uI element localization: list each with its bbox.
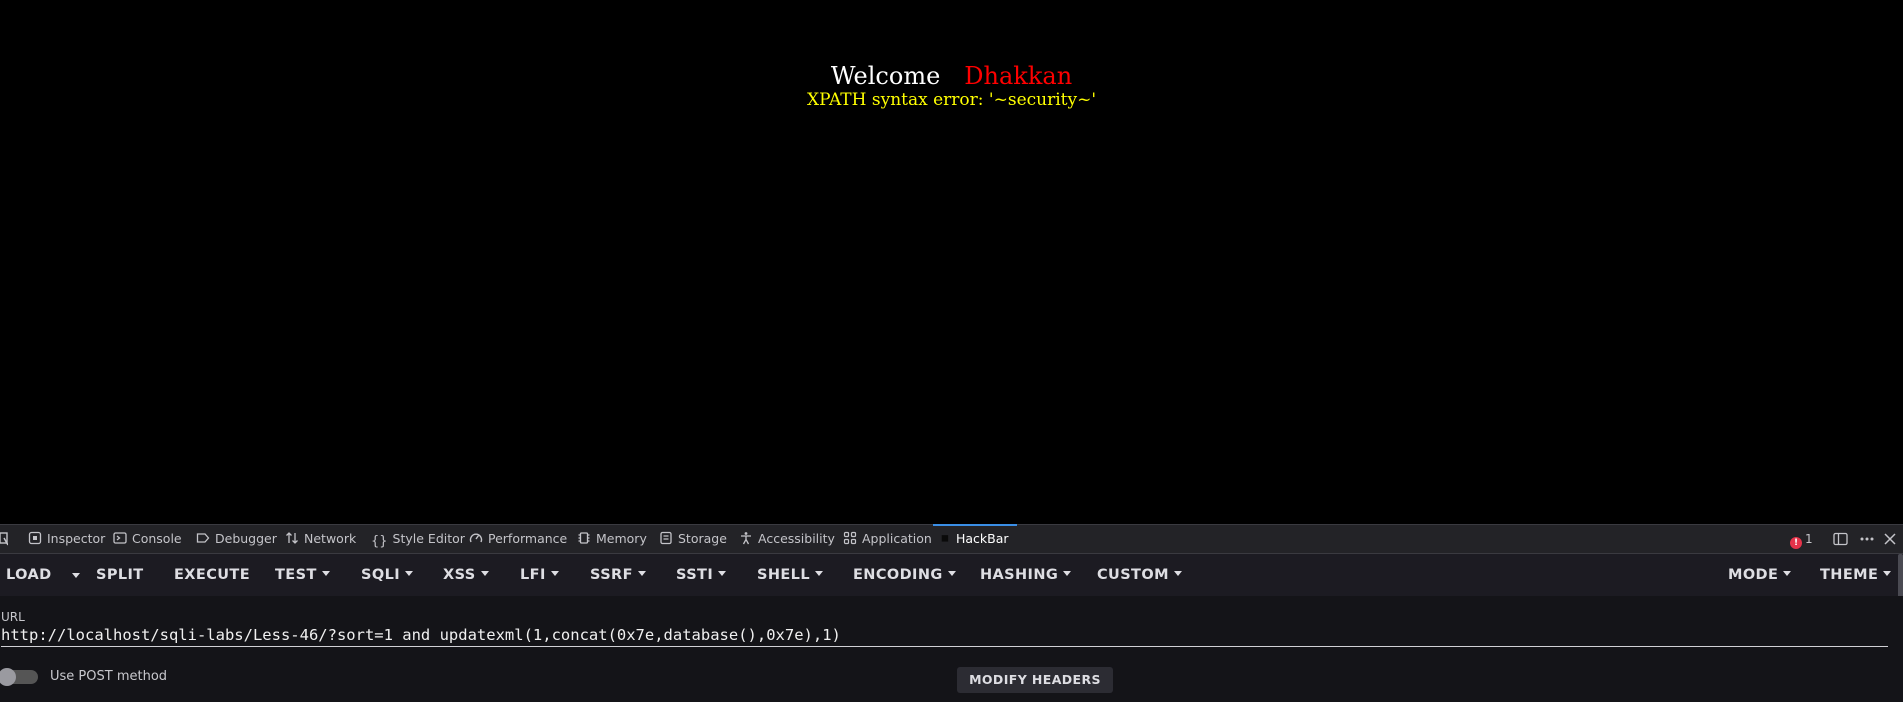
tab-accessibility[interactable]: Accessibility [739,525,835,553]
tab-hackbar[interactable]: HackBar [933,524,1017,553]
ssrf-menu[interactable]: SSRF [590,554,646,596]
debugger-icon [196,533,210,543]
theme-menu[interactable]: THEME [1820,554,1892,596]
xss-menu[interactable]: XSS [443,554,489,596]
url-label: URL [1,610,25,624]
encoding-menu[interactable]: ENCODING [853,554,956,596]
hackbar-icon [941,535,949,542]
chevron-down-icon [947,571,956,576]
chevron-down-icon [637,571,646,576]
chevron-down-icon [1063,571,1072,576]
tab-performance[interactable]: Performance [469,525,567,553]
test-menu[interactable]: TEST [275,554,330,596]
page-content: Welcome Dhakkan XPATH syntax error: '~sec… [0,0,1903,524]
network-icon [286,532,298,544]
mode-menu[interactable]: MODE [1728,554,1792,596]
tab-inspector[interactable]: Inspector [28,525,105,553]
url-input[interactable] [1,624,1888,647]
devtools-tab-bar: Inspector Console Debugger Network {} Sty… [0,524,1903,554]
custom-menu[interactable]: CUSTOM [1097,554,1182,596]
tab-network[interactable]: Network [285,525,356,553]
chevron-down-icon [718,571,727,576]
more-options-icon[interactable] [1859,532,1875,546]
tab-memory[interactable]: Memory [577,525,647,553]
welcome-text: Welcome [830,62,941,90]
storage-icon [660,531,672,545]
hackbar-body: URL Use POST method MODIFY HEADERS [0,596,1903,702]
post-method-label: Use POST method [50,669,168,684]
chevron-down-icon [321,571,330,576]
chevron-down-icon [550,571,559,576]
sqli-menu[interactable]: SQLI [361,554,414,596]
xpath-error-message: XPATH syntax error: '~security~' [806,90,1097,110]
dock-side-icon[interactable] [1833,532,1848,546]
shell-menu[interactable]: SHELL [757,554,823,596]
inspector-icon [28,531,42,545]
chevron-down-icon [1783,571,1792,576]
load-dropdown-icon[interactable] [72,573,80,578]
tab-debugger[interactable]: Debugger [196,525,277,553]
performance-icon [469,533,483,543]
welcome-line: Welcome Dhakkan [0,62,1903,90]
ssti-menu[interactable]: SSTI [676,554,727,596]
accessibility-icon [741,532,751,545]
chevron-down-icon [814,571,823,576]
chevron-down-icon [1883,571,1892,576]
devtools-panel: Inspector Console Debugger Network {} Sty… [0,524,1903,702]
hackbar-toolbar: LOAD SPLIT EXECUTE TEST SQLI XSS LFI SSR… [0,554,1903,596]
chevron-down-icon [405,571,414,576]
lfi-menu[interactable]: LFI [520,554,559,596]
chevron-down-icon [1173,571,1182,576]
element-picker-icon[interactable] [0,532,8,546]
hashing-menu[interactable]: HASHING [980,554,1072,596]
application-icon [843,531,857,545]
execute-button[interactable]: EXECUTE [174,554,250,596]
user-name: Dhakkan [964,62,1073,90]
tab-storage[interactable]: Storage [659,525,727,553]
error-icon: ! [1790,537,1802,549]
tab-style-editor[interactable]: {} Style Editor [371,525,465,553]
load-button[interactable]: LOAD [6,554,52,596]
close-icon[interactable] [1884,533,1896,545]
tab-console[interactable]: Console [113,525,182,553]
chevron-down-icon [480,571,489,576]
memory-icon [578,532,590,544]
tab-application[interactable]: Application [843,525,932,553]
console-icon [113,532,127,544]
error-count-indicator[interactable]: ! 1 [1790,525,1813,553]
split-button[interactable]: SPLIT [96,554,144,596]
style-editor-icon: {} [371,534,388,549]
modify-headers-button[interactable]: MODIFY HEADERS [957,667,1113,693]
